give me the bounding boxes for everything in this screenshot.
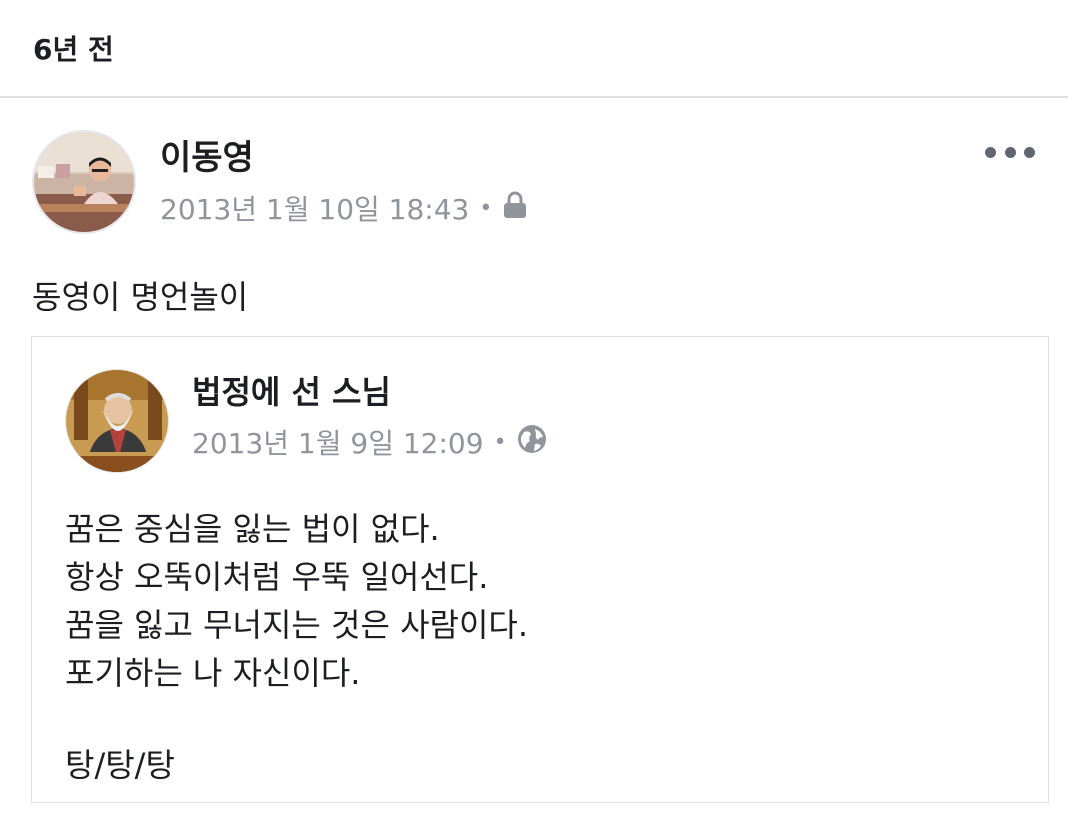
shared-post-timestamp[interactable]: 2013년 1월 9일 12:09 [192, 422, 484, 462]
quote-line: 포기하는 나 자신이다. [65, 654, 361, 692]
meta-separator: • [479, 195, 493, 221]
post-timestamp[interactable]: 2013년 1월 10일 18:43 [160, 188, 469, 228]
quote-line: 항상 오뚝이처럼 우뚝 일어선다. [65, 558, 489, 596]
more-dot [1004, 146, 1016, 158]
post-text: 동영이 명언놀이 [32, 278, 249, 316]
shared-post-meta: 2013년 1월 9일 12:09 • [192, 422, 547, 462]
more-dot [985, 146, 996, 158]
shared-post-text: 꿈은 중심을 잃는 법이 없다. 항상 오뚝이처럼 우뚝 일어선다. 꿈을 잃고… [65, 505, 528, 697]
quote-line: 꿈은 중심을 잃는 법이 없다. [65, 510, 440, 548]
author-avatar[interactable] [32, 130, 136, 234]
shared-post-signoff: 탕/탕/탕 [65, 746, 175, 784]
shared-author-name[interactable]: 법정에 선 스님 [192, 367, 391, 413]
meta-separator: • [493, 429, 507, 455]
lock-icon[interactable] [502, 191, 528, 226]
shared-post-card[interactable]: 법정에 선 스님 2013년 1월 9일 12:09 • 꿈은 중심을 잃는 법… [31, 336, 1049, 803]
globe-icon[interactable] [517, 424, 547, 461]
more-dot [1024, 146, 1035, 158]
shared-author-avatar[interactable] [65, 369, 169, 473]
memory-label: 6년 전 [33, 33, 114, 66]
more-options-icon[interactable] [985, 138, 1035, 166]
quote-line: 꿈을 잃고 무너지는 것은 사람이다. [65, 606, 529, 644]
memory-header: 6년 전 [0, 0, 1068, 98]
post-meta: 2013년 1월 10일 18:43 • [160, 188, 528, 228]
author-name[interactable]: 이동영 [160, 130, 254, 179]
post: 이동영 2013년 1월 10일 18:43 • 동영이 명언놀이 법정에 선 … [0, 100, 1068, 815]
